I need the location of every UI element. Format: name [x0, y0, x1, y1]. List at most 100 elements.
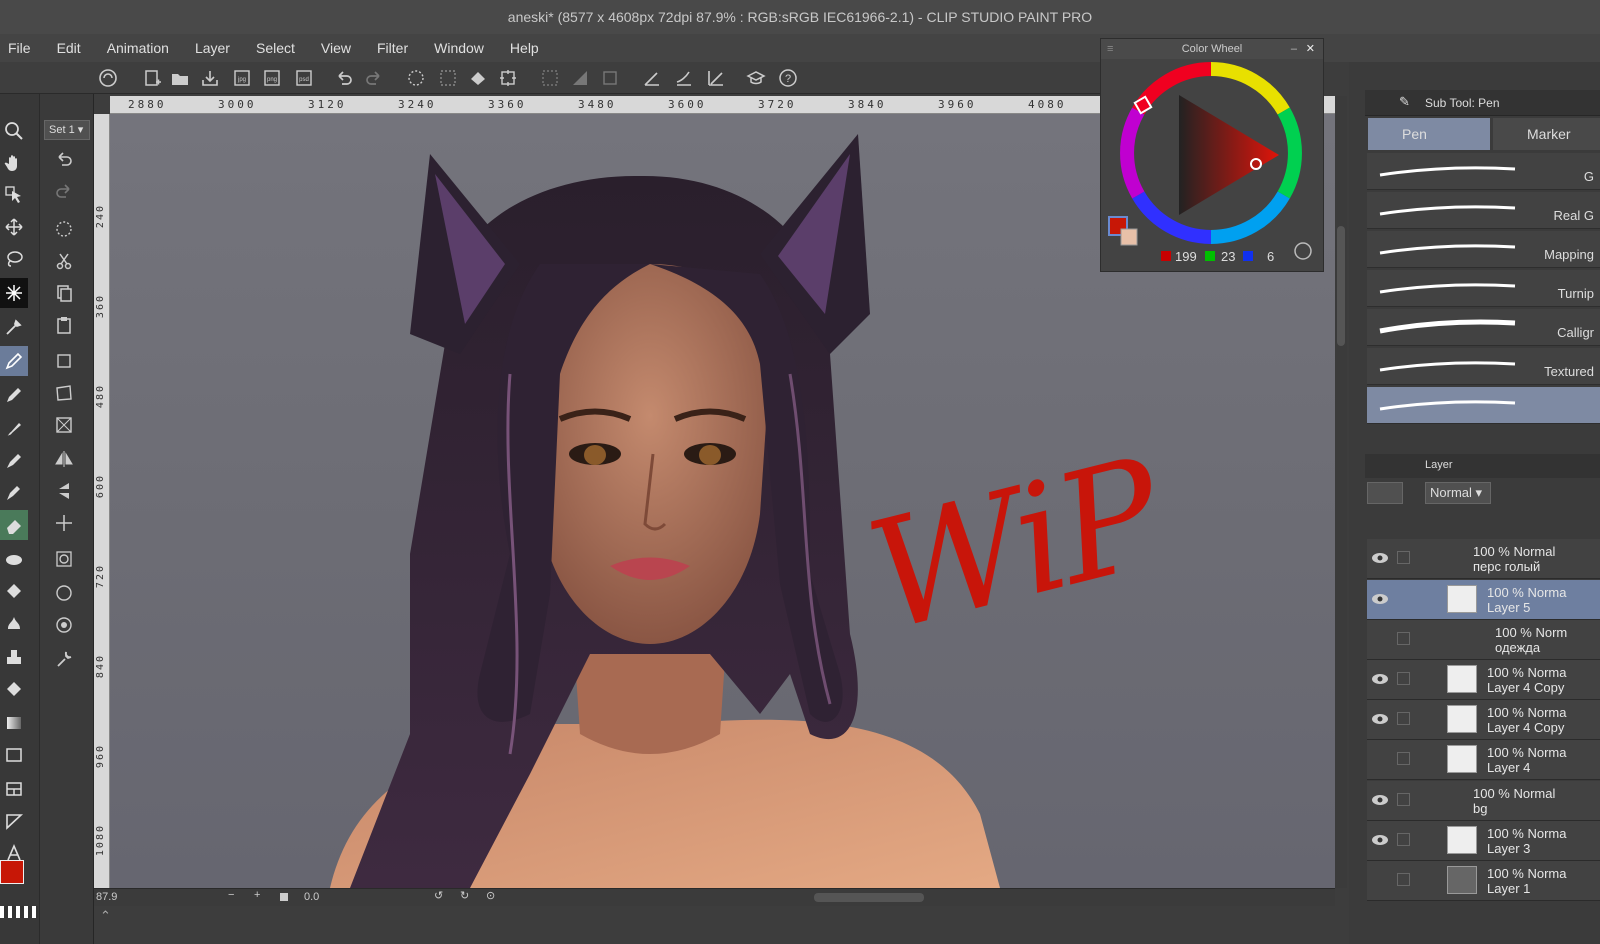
flip-vertical-icon[interactable]	[46, 476, 82, 506]
deselect-side-icon[interactable]	[46, 214, 82, 244]
close-icon[interactable]: ✕	[1306, 39, 1315, 59]
shrink-selection-icon[interactable]	[46, 610, 82, 640]
hue-wheel[interactable]	[1101, 59, 1325, 273]
rotate-right-icon[interactable]: ↻	[460, 889, 469, 902]
ruler-snap-icon[interactable]	[640, 66, 664, 90]
pen-tool-icon[interactable]	[0, 346, 28, 376]
auto-select-tool-icon[interactable]	[0, 278, 28, 308]
menu-view[interactable]: View	[313, 40, 351, 56]
lasso-tool-icon[interactable]	[0, 244, 28, 274]
open-folder-icon[interactable]	[168, 66, 192, 90]
liquify-tool-icon[interactable]	[0, 608, 28, 638]
panel-menu-icon[interactable]: ≡	[1107, 39, 1113, 59]
flip-horizontal-icon[interactable]	[46, 444, 82, 474]
brush-preset-selected[interactable]	[1367, 387, 1600, 424]
export-jpg-icon[interactable]: jpg	[230, 66, 254, 90]
menu-select[interactable]: Select	[248, 40, 295, 56]
brush-preset[interactable]: Calligr	[1367, 309, 1600, 346]
blend-mode-select[interactable]: Normal ▾	[1425, 482, 1491, 504]
menu-layer[interactable]: Layer	[187, 40, 230, 56]
frame-tool-icon[interactable]	[0, 774, 28, 804]
move-tool-icon[interactable]	[0, 212, 28, 242]
layer-row-folder[interactable]: 100 % Normal bg	[1367, 781, 1600, 821]
export-png-icon[interactable]: png	[260, 66, 284, 90]
rotate-left-icon[interactable]: ↺	[434, 889, 443, 902]
learn-icon[interactable]	[744, 66, 768, 90]
airbrush-tool-icon[interactable]	[0, 446, 28, 476]
eye-icon[interactable]	[1371, 833, 1389, 847]
stamp-tool-icon[interactable]	[0, 642, 28, 672]
hand-tool-icon[interactable]	[0, 148, 28, 178]
eye-icon[interactable]	[1371, 793, 1389, 807]
figure-tool-icon[interactable]	[0, 740, 28, 770]
minimize-icon[interactable]: –	[1291, 39, 1297, 59]
undo-side-icon[interactable]	[46, 144, 82, 174]
tab-marker[interactable]: Marker	[1493, 118, 1600, 150]
object-tool-icon[interactable]	[0, 180, 28, 210]
free-transform-icon[interactable]	[46, 378, 82, 408]
zoom-selection-icon[interactable]	[46, 544, 82, 574]
layer-row-folder[interactable]: 100 % Normal перс голый	[1367, 539, 1600, 579]
layer-color-button[interactable]	[1367, 482, 1403, 504]
fit-view-button[interactable]	[280, 893, 288, 901]
vertical-scrollbar[interactable]	[1335, 96, 1347, 888]
move-layer-icon[interactable]	[46, 508, 82, 538]
export-psd-icon[interactable]: psd	[292, 66, 316, 90]
fill-tool-icon[interactable]	[0, 576, 28, 606]
main-color-swatch[interactable]	[0, 860, 24, 884]
crop-icon[interactable]	[568, 66, 592, 90]
redo-icon[interactable]	[362, 66, 386, 90]
brush-preset[interactable]: Textured	[1367, 348, 1600, 385]
cut-icon[interactable]	[46, 246, 82, 276]
mesh-transform-icon[interactable]	[46, 410, 82, 440]
zoom-out-button[interactable]: −	[228, 889, 234, 901]
transparent-color-swatch[interactable]	[0, 906, 38, 918]
copy-icon[interactable]	[46, 278, 82, 308]
layer-row-selected[interactable]: 100 % Norma Layer 5	[1367, 580, 1600, 620]
chevron-up-icon[interactable]: ⌃	[100, 908, 111, 924]
set-selector[interactable]: Set 1 ▾	[44, 120, 90, 140]
settings-wrench-icon[interactable]	[46, 644, 82, 674]
eye-icon[interactable]	[1371, 672, 1389, 686]
eye-icon[interactable]	[1371, 712, 1389, 726]
paste-mode-icon[interactable]	[598, 66, 622, 90]
layer-row[interactable]: 100 % Norma Layer 4 Copy	[1367, 660, 1600, 700]
decoration-tool-icon[interactable]	[0, 478, 28, 508]
clear-selection-icon[interactable]	[404, 66, 428, 90]
grid-snap-icon[interactable]	[704, 66, 728, 90]
transform-icon[interactable]	[496, 66, 520, 90]
scale-icon[interactable]	[46, 346, 82, 376]
zoom-in-button[interactable]: +	[254, 889, 260, 901]
menu-window[interactable]: Window	[426, 40, 484, 56]
brush-preset[interactable]: G	[1367, 153, 1600, 190]
zoom-value[interactable]: 87.9	[96, 891, 117, 903]
menu-animation[interactable]: Animation	[99, 40, 169, 56]
show-area-icon[interactable]	[538, 66, 562, 90]
special-ruler-snap-icon[interactable]	[672, 66, 696, 90]
blend-tool-icon[interactable]	[0, 544, 28, 574]
zoom-tool-icon[interactable]	[0, 116, 28, 146]
brush-preset[interactable]: Mapping	[1367, 231, 1600, 268]
save-icon[interactable]	[198, 66, 222, 90]
menu-file[interactable]: File	[0, 40, 31, 56]
layer-row[interactable]: 100 % Norma Layer 3	[1367, 821, 1600, 861]
rotation-value[interactable]: 0.0	[304, 891, 319, 903]
redo-side-icon[interactable]	[46, 176, 82, 206]
layer-row[interactable]: 100 % Norma Layer 4 Copy	[1367, 700, 1600, 740]
expand-selection-icon[interactable]	[46, 578, 82, 608]
reset-rotation-icon[interactable]: ⊙	[486, 889, 495, 902]
brush-preset[interactable]: Real G	[1367, 192, 1600, 229]
fill-icon[interactable]	[466, 66, 490, 90]
eraser-tool-icon[interactable]	[0, 510, 28, 540]
help-icon[interactable]: ?	[776, 66, 800, 90]
eye-icon[interactable]	[1371, 592, 1389, 606]
ruler-tool-icon[interactable]	[0, 806, 28, 836]
gradient-tool-icon[interactable]	[0, 708, 28, 738]
horizontal-scrollbar[interactable]	[814, 893, 924, 902]
layer-row[interactable]: 100 % Norma Layer 1	[1367, 861, 1600, 901]
pencil-tool-icon[interactable]	[0, 380, 28, 410]
clip-studio-icon[interactable]	[96, 66, 120, 90]
menu-help[interactable]: Help	[502, 40, 539, 56]
layer-row-folder[interactable]: 100 % Norm одежда	[1367, 620, 1600, 660]
brush-preset[interactable]: Turnip	[1367, 270, 1600, 307]
